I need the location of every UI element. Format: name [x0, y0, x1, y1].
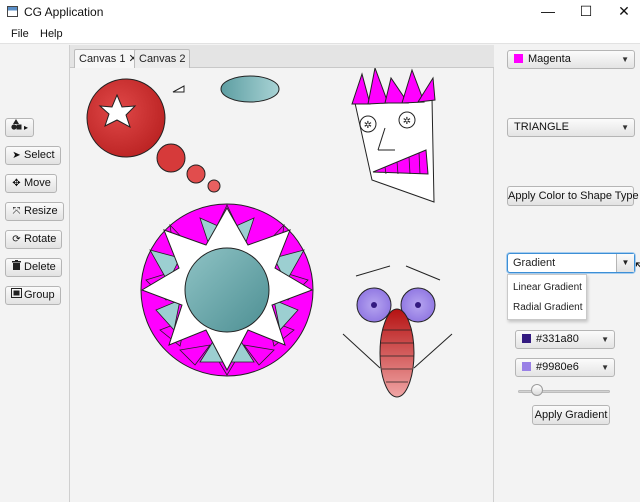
menu-file[interactable]: File: [11, 28, 29, 40]
resize-button[interactable]: ⤧ Resize: [5, 202, 64, 221]
shape-type-value: TRIANGLE: [514, 121, 570, 133]
option-radial-gradient[interactable]: Radial Gradient: [513, 302, 582, 313]
chevron-down-icon: ▼: [601, 335, 609, 344]
color-1-value: #331a80: [536, 333, 579, 345]
shapes-menu-button[interactable]: ▸: [5, 118, 35, 137]
svg-text:✲: ✲: [364, 120, 372, 131]
gradient-nose[interactable]: [379, 308, 415, 398]
chevron-down-icon: ▼: [621, 55, 629, 64]
close-button[interactable]: ✕: [604, 0, 640, 24]
chevron-down-icon: ▼: [601, 363, 609, 372]
minimize-button[interactable]: —: [528, 0, 568, 24]
color-select-value: Magenta: [528, 53, 571, 65]
color-1-swatch: [522, 334, 531, 343]
gradient-color-2-picker[interactable]: #9980e6 ▼: [515, 358, 615, 377]
tiny-triangle[interactable]: [172, 85, 185, 93]
window-title: CG Application: [24, 5, 104, 19]
magenta-swatch: [514, 54, 523, 63]
teal-circle[interactable]: [184, 247, 270, 333]
gradient-color-1-picker[interactable]: #331a80 ▼: [515, 330, 615, 349]
tab-canvas-1[interactable]: Canvas 1✕: [74, 49, 143, 68]
mouth-left-line: [342, 333, 381, 369]
color-select[interactable]: Magenta ▼: [507, 50, 635, 69]
gradient-slider-thumb[interactable]: [531, 384, 543, 396]
option-linear-gradient[interactable]: Linear Gradient: [513, 282, 582, 293]
menu-help[interactable]: Help: [40, 28, 63, 40]
cursor-icon: ➤: [12, 150, 21, 161]
maximize-button[interactable]: ☐: [566, 0, 606, 24]
move-label: Move: [24, 177, 51, 189]
canvas-drawing: ✲ ✲: [86, 68, 453, 398]
tab-canvas-1-label: Canvas 1: [79, 53, 126, 65]
hair-triangles: [351, 68, 436, 105]
shapes-menu-arrow: ▸: [24, 123, 29, 132]
mouse-cursor-icon: ↖: [634, 258, 640, 273]
gradient-select[interactable]: Gradient ▼: [507, 253, 635, 273]
left-pupil: [371, 302, 377, 308]
canvas-tabs: Canvas 1✕ Canvas 2: [70, 45, 494, 68]
gradient-dropdown: Linear Gradient Radial Gradient: [507, 274, 587, 320]
left-eyebrow: [355, 265, 391, 277]
apply-color-button[interactable]: Apply Color to Shape Type: [507, 186, 639, 206]
delete-button[interactable]: Delete: [5, 258, 62, 277]
move-button[interactable]: ✥ Move: [5, 174, 57, 193]
chevron-down-icon[interactable]: ▼: [616, 254, 634, 272]
teal-ellipse[interactable]: [220, 75, 280, 103]
color-2-swatch: [522, 362, 531, 371]
chevron-down-icon: ▼: [621, 123, 629, 132]
move-icon: ✥: [12, 178, 21, 189]
right-pupil: [415, 302, 421, 308]
delete-label: Delete: [24, 261, 56, 273]
select-button[interactable]: ➤ Select: [5, 146, 61, 165]
apply-gradient-button[interactable]: Apply Gradient: [532, 405, 610, 425]
tab-canvas-2[interactable]: Canvas 2: [134, 49, 191, 68]
rotate-icon: ⟳: [12, 234, 21, 245]
mouth-right-line: [413, 333, 453, 369]
shape-type-select[interactable]: TRIANGLE ▼: [507, 118, 635, 137]
resize-icon: ⤧: [12, 206, 21, 217]
group-label: Group: [24, 289, 55, 301]
title-bar: CG Application — ☐ ✕: [0, 0, 640, 24]
resize-label: Resize: [24, 205, 58, 217]
shapes-icon: [11, 119, 22, 136]
rotate-button[interactable]: ⟳ Rotate: [5, 230, 63, 249]
trash-icon: [11, 259, 22, 276]
menu-bar: File Help: [0, 24, 640, 44]
drawing-canvas[interactable]: ✲ ✲: [70, 68, 494, 502]
svg-text:✲: ✲: [403, 116, 411, 127]
color-2-value: #9980e6: [536, 361, 579, 373]
rotate-label: Rotate: [24, 233, 57, 245]
right-eyebrow: [405, 265, 441, 281]
red-circle-small[interactable]: [186, 164, 206, 184]
select-label: Select: [24, 149, 55, 161]
group-icon: [11, 287, 22, 304]
tab-canvas-2-label: Canvas 2: [139, 53, 186, 65]
group-button[interactable]: Group: [5, 286, 61, 305]
app-icon: [7, 6, 18, 17]
red-circle-medium[interactable]: [156, 143, 186, 173]
gradient-select-value: Gradient: [513, 257, 556, 269]
red-circle-tiny[interactable]: [207, 179, 221, 193]
